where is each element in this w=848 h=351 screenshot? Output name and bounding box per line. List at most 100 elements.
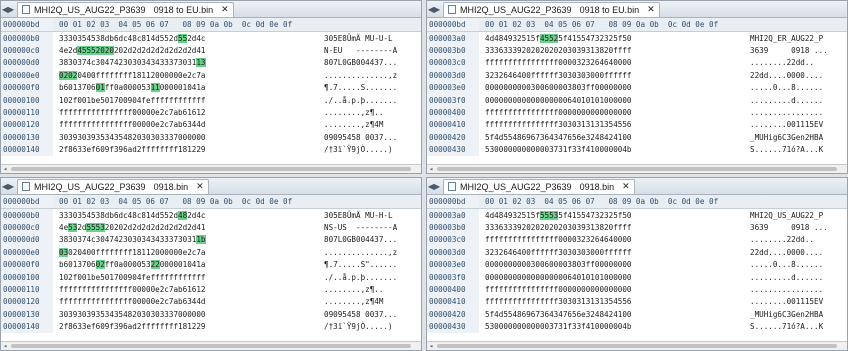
hex-byte[interactable]: ff <box>522 285 531 294</box>
hex-byte[interactable]: 00 <box>540 96 549 105</box>
hex-byte[interactable]: e5 <box>96 273 105 282</box>
hex-byte[interactable]: 47 <box>558 310 567 319</box>
hex-byte[interactable]: ff <box>105 108 114 117</box>
hex-byte[interactable]: ef <box>86 322 95 331</box>
hex-byte[interactable]: 02 <box>68 70 78 80</box>
hex-byte[interactable]: 2c <box>160 285 169 294</box>
ascii-text[interactable]: ........001115EV <box>746 297 823 306</box>
hex-bytes[interactable]: 53 00 00 00 00 00 00 37 31 f3 3f 41 00 0… <box>479 144 746 156</box>
hex-byte[interactable]: 20 <box>132 133 141 142</box>
hex-byte[interactable]: 31 <box>595 120 604 129</box>
hex-byte[interactable]: 00 <box>522 248 531 257</box>
hex-byte[interactable]: 32 <box>604 211 613 220</box>
hex-byte[interactable]: 06 <box>540 260 549 269</box>
hex-byte[interactable]: 2d <box>132 46 141 55</box>
hex-byte[interactable]: 36 <box>494 46 503 55</box>
hex-byte[interactable]: 35 <box>114 133 123 142</box>
hex-byte[interactable]: 6e <box>577 133 586 142</box>
hex-byte[interactable]: 38 <box>595 46 604 55</box>
hex-byte[interactable]: 7a <box>169 120 178 129</box>
hex-byte[interactable]: 30 <box>567 248 576 257</box>
hex-byte[interactable]: 20 <box>540 223 549 232</box>
hex-byte[interactable]: 4d <box>494 133 503 142</box>
ascii-text[interactable]: .....0...8...... <box>746 83 823 92</box>
hex-byte[interactable]: ff <box>485 235 494 244</box>
hex-byte[interactable]: 20 <box>604 46 613 55</box>
hex-byte[interactable]: 00 <box>169 83 178 92</box>
hex-byte[interactable]: 2c <box>187 248 196 257</box>
ascii-text[interactable]: ..............,z <box>320 71 397 80</box>
hex-byte[interactable]: 00 <box>622 235 631 244</box>
hex-byte[interactable]: 30 <box>567 71 576 80</box>
ascii-text[interactable]: MHI2Q_ER_AUG22_P <box>746 34 823 43</box>
hex-bytes[interactable]: ff ff ff ff ff ff ff ff 30 30 31 31 31 3… <box>479 119 746 131</box>
hex-byte[interactable]: 30 <box>68 58 77 67</box>
hex-byte[interactable]: 60 <box>96 322 105 331</box>
hex-row[interactable]: 000000e0 03 02 04 00 ff ff ff ff 18 11 20… <box>1 246 421 259</box>
hex-row[interactable]: 000003d0 32 32 64 64 00 ff ff ff 30 30 30… <box>427 69 847 82</box>
hex-byte[interactable]: ff <box>151 145 160 154</box>
file-tab[interactable]: MHI2Q_US_AUG22_P3639 0918 to EU.bin ✕ <box>443 1 660 17</box>
hex-byte[interactable]: ff <box>96 71 105 80</box>
hex-byte[interactable]: 37 <box>549 322 558 331</box>
hex-byte[interactable]: 00 <box>586 285 595 294</box>
hex-byte[interactable]: 1b <box>86 273 95 282</box>
hex-bytes[interactable]: 4e 53 2d 55 53 20 20 2d 2d 2d 2d 2d 2d 2… <box>53 221 320 233</box>
hex-byte[interactable]: ff <box>160 145 169 154</box>
hex-byte[interactable]: 38 <box>96 211 105 220</box>
hex-byte[interactable]: 37 <box>549 145 558 154</box>
ascii-text[interactable]: MHI2Q_US_AUG22_P <box>746 211 823 220</box>
file-tab[interactable]: MHI2Q_US_AUG22_P3639 0918.bin ✕ <box>443 178 635 194</box>
hex-byte[interactable]: 64 <box>604 58 613 67</box>
hex-byte[interactable]: 39 <box>114 322 123 331</box>
hex-byte[interactable]: 12 <box>187 322 196 331</box>
hex-byte[interactable]: 69 <box>522 310 531 319</box>
hex-byte[interactable]: ff <box>540 108 549 117</box>
hex-byte[interactable]: 33 <box>160 133 169 142</box>
hex-byte[interactable]: 48 <box>494 211 503 220</box>
hex-byte[interactable]: 38 <box>595 223 604 232</box>
hex-byte[interactable]: 30 <box>151 310 160 319</box>
hex-byte[interactable]: 20 <box>604 223 613 232</box>
hex-byte[interactable]: 37 <box>169 133 178 142</box>
hex-byte[interactable]: 2c <box>160 120 169 129</box>
scroll-left-arrow-icon[interactable]: ◂ <box>3 165 7 173</box>
hex-byte[interactable]: ff <box>522 297 531 306</box>
hex-byte[interactable]: 00 <box>485 273 494 282</box>
hex-byte[interactable]: ff <box>105 297 114 306</box>
scroll-left-arrow-icon[interactable]: ◂ <box>3 342 7 350</box>
hex-byte[interactable]: 00 <box>522 145 531 154</box>
hex-byte[interactable]: 00 <box>485 96 494 105</box>
hex-byte[interactable]: d2 <box>132 322 141 331</box>
ascii-text[interactable]: N-EU --------A <box>320 46 397 55</box>
hex-row[interactable]: 000003d0 32 32 64 64 00 ff ff ff 30 30 30… <box>427 246 847 259</box>
hex-byte[interactable]: 30 <box>96 235 105 244</box>
hex-byte[interactable]: 01 <box>595 273 604 282</box>
hex-byte[interactable]: 2d <box>178 46 187 55</box>
hex-byte[interactable]: 2d <box>151 46 160 55</box>
hex-byte[interactable]: 00 <box>512 273 521 282</box>
hex-byte[interactable]: 64 <box>503 248 512 257</box>
hex-byte[interactable]: 00 <box>595 145 604 154</box>
hex-byte[interactable]: 67 <box>531 310 540 319</box>
hex-byte[interactable]: ff <box>549 297 558 306</box>
scroll-left-arrow-icon[interactable]: ◂ <box>429 342 433 350</box>
hex-bytes[interactable]: ff ff ff ff ff ff ff ff 00 00 0e 2c 7a b… <box>53 119 320 131</box>
hex-byte[interactable]: ff <box>114 120 123 129</box>
hex-byte[interactable]: fe <box>141 96 150 105</box>
hex-byte[interactable]: ff <box>531 120 540 129</box>
hex-byte[interactable]: 38 <box>59 235 68 244</box>
hex-byte[interactable]: 00 <box>549 273 558 282</box>
hex-byte[interactable]: 00 <box>622 133 631 142</box>
hex-byte[interactable]: 43 <box>549 133 558 142</box>
hex-byte[interactable]: db <box>105 211 114 220</box>
hex-byte[interactable]: 31 <box>558 322 567 331</box>
hex-byte[interactable]: 41 <box>613 310 622 319</box>
hex-byte[interactable]: 00 <box>604 260 613 269</box>
hex-byte[interactable]: 00 <box>132 108 141 117</box>
hex-byte[interactable]: 30 <box>96 58 105 67</box>
hex-byte[interactable]: 30 <box>68 211 77 220</box>
hex-byte[interactable]: ff <box>503 58 512 67</box>
hex-byte[interactable]: 1b <box>86 96 95 105</box>
hex-byte[interactable]: ff <box>151 96 160 105</box>
